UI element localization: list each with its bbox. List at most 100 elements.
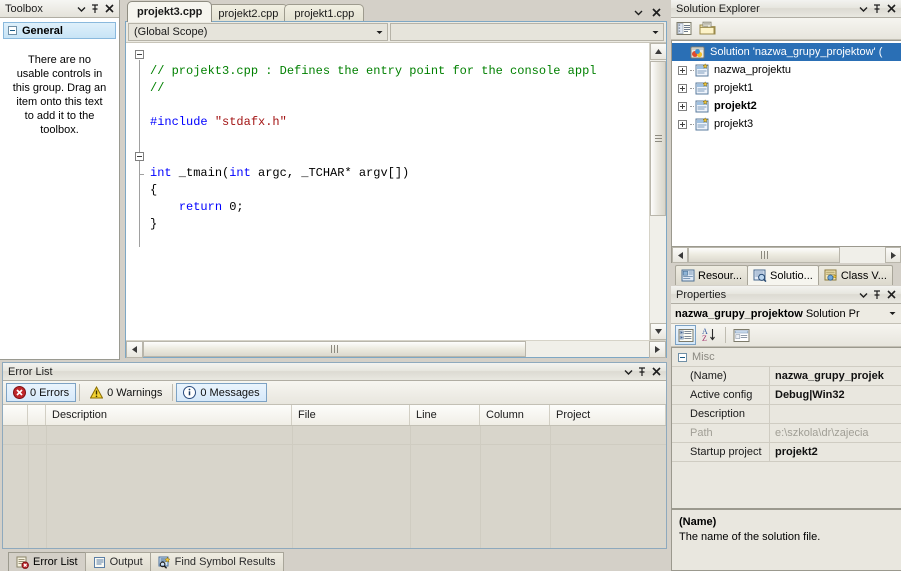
tree-expander[interactable] xyxy=(676,118,689,131)
editor-tab-label: projekt3.cpp xyxy=(137,6,203,18)
column-header-file[interactable]: File xyxy=(292,405,410,425)
chevron-down-icon[interactable] xyxy=(647,24,663,40)
scroll-up-arrow-icon[interactable] xyxy=(650,43,666,60)
property-value[interactable]: projekt2 xyxy=(770,443,901,461)
property-row-path[interactable]: Path e:\szkola\dr\zajecia xyxy=(672,424,901,443)
code-text[interactable]: // projekt3.cpp : Defines the entry poin… xyxy=(150,46,648,250)
property-pages-icon[interactable] xyxy=(731,325,752,345)
property-value[interactable]: nazwa_grupy_projek xyxy=(770,367,901,385)
property-name: Path xyxy=(672,424,770,442)
editor-tab-projekt1[interactable]: projekt1.cpp xyxy=(284,4,365,22)
categorized-icon[interactable] xyxy=(675,325,696,345)
close-icon[interactable] xyxy=(102,2,116,16)
property-name: (Name) xyxy=(672,367,770,385)
tree-node-label: Solution 'nazwa_grupy_projektow' ( xyxy=(710,46,883,58)
editor-tab-projekt2[interactable]: projekt2.cpp xyxy=(208,4,289,22)
tree-expander[interactable] xyxy=(676,64,689,77)
solution-explorer-hscrollbar[interactable] xyxy=(671,247,901,263)
collapse-icon[interactable] xyxy=(8,26,17,35)
bottom-tab-error-list[interactable]: Error List xyxy=(8,552,86,571)
code-editor-surface[interactable]: // projekt3.cpp : Defines the entry poin… xyxy=(126,43,666,340)
window-menu-icon[interactable] xyxy=(856,288,870,302)
bottom-tab-find-symbol-results[interactable]: Find Symbol Results xyxy=(149,552,284,571)
auto-hide-pin-icon[interactable] xyxy=(635,365,649,379)
tree-expander[interactable] xyxy=(676,82,689,95)
window-menu-icon[interactable] xyxy=(74,2,88,16)
close-icon[interactable] xyxy=(884,2,898,16)
close-icon[interactable] xyxy=(649,5,663,19)
tree-node-label: nazwa_projektu xyxy=(714,64,792,76)
property-row-description[interactable]: Description xyxy=(672,405,901,424)
error-list-toolbar: 0 Errors 0 Warnings 0 Messages xyxy=(3,381,666,405)
tree-node-nazwa-projektu[interactable]: nazwa_projektu xyxy=(672,61,901,79)
toolbox-title: Toolbox xyxy=(5,2,43,15)
auto-hide-pin-icon[interactable] xyxy=(88,2,102,16)
collapse-icon[interactable] xyxy=(678,352,687,362)
editor-tab-projekt3[interactable]: projekt3.cpp xyxy=(127,1,213,22)
property-row-name[interactable]: (Name) nazwa_grupy_projek xyxy=(672,367,901,386)
scroll-right-arrow-icon[interactable] xyxy=(649,341,666,358)
scroll-left-arrow-icon[interactable] xyxy=(126,341,143,358)
error-list-rows[interactable] xyxy=(3,426,666,548)
column-header-description[interactable]: Description xyxy=(46,405,292,425)
scroll-down-arrow-icon[interactable] xyxy=(650,323,666,340)
bottom-tab-output[interactable]: Output xyxy=(84,552,151,571)
properties-icon[interactable] xyxy=(676,21,693,37)
tab-solution-explorer[interactable]: Solutio... xyxy=(747,265,819,285)
messages-filter-button[interactable]: 0 Messages xyxy=(176,383,267,402)
column-header-blank[interactable] xyxy=(28,405,46,425)
solution-explorer-title-bar: Solution Explorer xyxy=(671,0,901,18)
editor-frame: (Global Scope) // projekt3.cpp: Defines… xyxy=(125,21,667,358)
warnings-filter-label: 0 Warnings xyxy=(107,386,163,399)
tree-node-projekt1[interactable]: projekt1 xyxy=(672,79,901,97)
properties-grid[interactable]: Misc (Name) nazwa_grupy_projek Active co… xyxy=(671,347,901,509)
property-row-startup-project[interactable]: Startup project projekt2 xyxy=(672,443,901,462)
properties-description-pane: (Name) The name of the solution file. xyxy=(671,509,901,571)
solution-tree[interactable]: Solution 'nazwa_grupy_projektow' ( nazwa… xyxy=(671,40,901,247)
editor-vscroll-thumb[interactable] xyxy=(650,61,666,216)
tab-label: Solutio... xyxy=(770,269,813,282)
tree-node-projekt3[interactable]: projekt3 xyxy=(672,115,901,133)
properties-description-text: The name of the solution file. xyxy=(679,531,821,543)
tree-node-label: projekt3 xyxy=(714,118,754,130)
editor-horizontal-scrollbar[interactable] xyxy=(126,340,666,358)
scope-combo[interactable]: (Global Scope) xyxy=(128,23,388,41)
column-header-column[interactable]: Column xyxy=(480,405,550,425)
show-all-files-icon[interactable] xyxy=(699,21,717,37)
se-hscroll-thumb[interactable] xyxy=(688,247,840,263)
window-menu-icon[interactable] xyxy=(856,2,870,16)
window-menu-icon[interactable] xyxy=(621,365,635,379)
column-header-project[interactable]: Project xyxy=(550,405,666,425)
scroll-right-arrow-icon[interactable] xyxy=(885,247,901,263)
chevron-down-icon[interactable] xyxy=(371,24,387,40)
editor-outlining-margin[interactable] xyxy=(126,43,150,340)
property-value[interactable]: Debug|Win32 xyxy=(770,386,901,404)
scroll-left-arrow-icon[interactable] xyxy=(672,247,688,263)
close-icon[interactable] xyxy=(884,288,898,302)
properties-description-title: (Name) xyxy=(679,516,717,528)
errors-filter-button[interactable]: 0 Errors xyxy=(6,383,77,402)
toolbox-group-general[interactable]: General xyxy=(3,22,116,39)
property-value[interactable] xyxy=(770,405,901,423)
warnings-filter-button[interactable]: 0 Warnings xyxy=(83,383,169,402)
auto-hide-pin-icon[interactable] xyxy=(870,2,884,16)
close-icon[interactable] xyxy=(649,365,663,379)
svg-text:Z: Z xyxy=(702,334,707,343)
active-files-dropdown-icon[interactable] xyxy=(631,5,645,19)
column-header-line[interactable]: Line xyxy=(410,405,480,425)
column-header-icon[interactable] xyxy=(3,405,28,425)
tree-expander[interactable] xyxy=(676,100,689,113)
member-combo[interactable] xyxy=(390,23,664,41)
editor-hscroll-thumb[interactable] xyxy=(143,341,526,357)
tab-class-view[interactable]: Class V... xyxy=(817,265,893,285)
tab-resource-view[interactable]: Resour... xyxy=(675,265,749,285)
alphabetical-icon[interactable]: A Z xyxy=(699,325,720,345)
editor-vertical-scrollbar[interactable] xyxy=(649,43,666,340)
tree-node-projekt2[interactable]: projekt2 xyxy=(672,97,901,115)
properties-object-selector[interactable]: nazwa_grupy_projektow Solution Pr xyxy=(671,304,901,324)
properties-category-misc[interactable]: Misc xyxy=(672,348,901,367)
property-row-active-config[interactable]: Active config Debug|Win32 xyxy=(672,386,901,405)
chevron-down-icon[interactable] xyxy=(888,309,901,318)
auto-hide-pin-icon[interactable] xyxy=(870,288,884,302)
tree-node-solution[interactable]: Solution 'nazwa_grupy_projektow' ( xyxy=(672,43,901,61)
